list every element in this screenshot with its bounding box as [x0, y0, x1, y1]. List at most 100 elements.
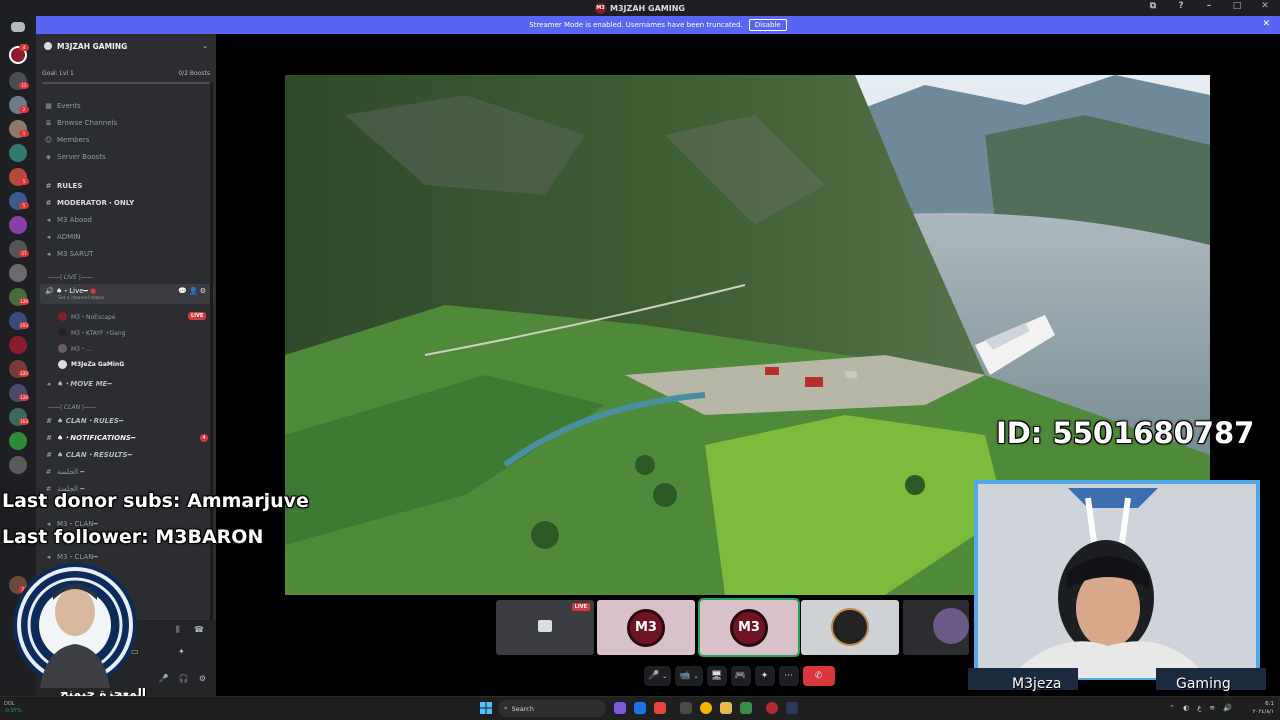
boost-goal[interactable]: Goal: Lvl 1 0/2 Boosts: [42, 70, 210, 77]
participant-tile[interactable]: M3: [597, 600, 695, 655]
live-channel-label: ♠・Live━: [55, 287, 88, 295]
windows-start-icon[interactable]: [480, 702, 492, 714]
headphones-icon[interactable]: 🎧: [179, 674, 189, 683]
chevron-down-icon[interactable]: ⌄: [202, 42, 208, 50]
server-logo-icon: M3: [595, 2, 607, 14]
volume-icon[interactable]: 🔊: [1223, 704, 1232, 712]
menu-events[interactable]: ▦ Events: [44, 100, 81, 112]
text-channel-icon: #: [45, 182, 52, 190]
edge-icon[interactable]: [634, 702, 646, 714]
gear-icon[interactable]: ⚙: [199, 674, 206, 683]
voice-user[interactable]: M3・…: [58, 342, 92, 354]
channel-clan-results[interactable]: # ♠ CLAN・RESULTS━: [44, 449, 132, 461]
screen-share-button[interactable]: 🖥: [706, 666, 727, 686]
voice-user[interactable]: M3JeZa GaMinG: [58, 358, 124, 370]
chrome-icon[interactable]: [700, 702, 712, 714]
mic-button[interactable]: 🎤 ⌄: [644, 666, 672, 686]
microphone-icon[interactable]: 🎤: [159, 674, 169, 683]
menu-server-boosts[interactable]: ◈ Server Boosts: [44, 151, 106, 163]
app-icon[interactable]: [740, 702, 752, 714]
participant-tile[interactable]: [801, 600, 899, 655]
soundboard-icon[interactable]: ✦: [178, 647, 185, 656]
server-icon[interactable]: [9, 336, 27, 354]
stock-widget[interactable]: DOL -0.97%: [4, 701, 22, 715]
channel-live[interactable]: 🔊 ♠・Live━ ● Set a channel status 💬👤⚙: [40, 284, 214, 304]
channel-moderator-only[interactable]: # MODERATOR・ONLY: [44, 197, 135, 209]
minimize-button[interactable]: –: [1202, 1, 1216, 11]
camera-button[interactable]: 📹 ⌄: [675, 666, 703, 686]
server-icon[interactable]: [9, 144, 27, 162]
banner-text: Streamer Mode is enabled. Usernames have…: [529, 21, 743, 29]
close-button[interactable]: ✕: [1258, 1, 1272, 11]
close-icon[interactable]: ✕: [1262, 19, 1270, 29]
more-icon: ···: [784, 671, 793, 681]
app-icon[interactable]: [614, 702, 626, 714]
voice-user[interactable]: M3・NoEscape: [58, 310, 116, 322]
user-controls: 🎤 🎧 ⚙: [159, 674, 206, 683]
disable-streamer-mode-button[interactable]: Disable: [748, 19, 787, 31]
help-icon[interactable]: ?: [1174, 1, 1188, 11]
server-badge: 293: [19, 322, 29, 329]
avatar: [933, 608, 969, 644]
taskbar: DOL -0.97% ⌕ Search ⌃ ◐ ع ≋ 🔊 6:1 ٢٠٢٤/٨: [0, 696, 1280, 720]
language-icon[interactable]: ع: [1197, 704, 1201, 712]
menu-browse-channels[interactable]: ≣ Browse Channels: [44, 117, 118, 129]
activity-button[interactable]: 🎮: [730, 666, 751, 686]
soundboard-button[interactable]: ✦: [754, 666, 775, 686]
channel-rules[interactable]: # RULES: [44, 180, 83, 192]
app-icon[interactable]: [654, 702, 666, 714]
category-live[interactable]: ——| LIVE |——: [48, 271, 93, 283]
channel-session-1[interactable]: # ا‌لجلسة‌ ━: [44, 466, 85, 478]
chat-icon[interactable]: 💬: [178, 287, 189, 295]
taskbar-clock[interactable]: 6:1 ٢٠٢٤/٨/١: [1253, 700, 1274, 716]
voice-channel-icon: ◂: [46, 380, 51, 388]
more-button[interactable]: ···: [778, 666, 799, 686]
channel-actions[interactable]: 💬👤⚙: [178, 287, 208, 295]
app-icon[interactable]: [680, 702, 692, 714]
folder-icon[interactable]: [720, 702, 732, 714]
voice-user-name: M3・NoEscape: [71, 313, 116, 321]
channel-notifications[interactable]: # ♠・NOTIFICATIONS━: [44, 432, 135, 444]
sidebar-scrollbar[interactable]: [210, 82, 213, 642]
camera-off-icon: 📹: [679, 671, 691, 681]
m3-logo: M3: [730, 608, 768, 647]
call-controls: 🎤 ⌄ 📹 ⌄ 🖥 🎮 ✦ ··· ✆: [644, 666, 835, 686]
maximize-button[interactable]: □: [1230, 1, 1244, 11]
disconnect-icon[interactable]: ☎: [194, 625, 204, 634]
participant-tile[interactable]: [903, 600, 969, 655]
server-icon[interactable]: [9, 264, 27, 282]
participant-tile-screenshare[interactable]: LIVE: [496, 600, 594, 655]
server-header[interactable]: M3JZAH GAMING ⌄: [36, 34, 216, 58]
steam-icon[interactable]: [786, 702, 798, 714]
channel-label: ♠・MOVE ME━: [57, 380, 112, 388]
server-icon[interactable]: [9, 216, 27, 234]
noise-suppression-icon[interactable]: ⫼: [176, 625, 180, 635]
channel-clan-rules[interactable]: # ♠ CLAN・RULES━: [44, 415, 123, 427]
channel-move-me[interactable]: ◂ ♠・MOVE ME━: [44, 378, 112, 390]
disconnect-button[interactable]: ✆: [802, 666, 835, 686]
chevron-up-icon[interactable]: ⌃: [1169, 704, 1175, 712]
channel-m3-sarut[interactable]: ◂ M3 SARUT: [44, 248, 94, 260]
window-title: M3JZAH GAMING: [610, 3, 685, 13]
chevron-down-icon[interactable]: ⌄: [662, 673, 667, 680]
participant-tile-active[interactable]: M3: [698, 598, 800, 657]
category-clan[interactable]: ——| CLAN |——: [48, 401, 96, 413]
text-channel-icon: #: [46, 434, 51, 442]
taskbar-search[interactable]: ⌕ Search: [498, 700, 606, 717]
chevron-down-icon[interactable]: ⌄: [693, 673, 698, 680]
gear-icon[interactable]: ⚙: [200, 287, 208, 295]
wifi-icon[interactable]: ≋: [1209, 704, 1215, 712]
server-icon[interactable]: [9, 432, 27, 450]
channel-m3-abood[interactable]: ◂ M3 Abood: [44, 214, 92, 226]
gamepad-icon: 🎮: [734, 671, 747, 681]
server-icon[interactable]: [9, 456, 27, 474]
menu-members[interactable]: ☺ Members: [44, 134, 90, 146]
channel-admin[interactable]: ◂ ADMIN: [44, 231, 81, 243]
inbox-icon[interactable]: ⧉: [1146, 1, 1160, 11]
discord-home-icon[interactable]: [11, 22, 25, 32]
obs-icon[interactable]: [766, 702, 778, 714]
invite-icon[interactable]: 👤: [189, 287, 200, 295]
microphone-icon: 🎤: [648, 671, 660, 681]
app-tray-icon[interactable]: ◐: [1183, 704, 1189, 712]
voice-user[interactable]: M3・KTAYF ⚡Gang: [58, 326, 125, 338]
